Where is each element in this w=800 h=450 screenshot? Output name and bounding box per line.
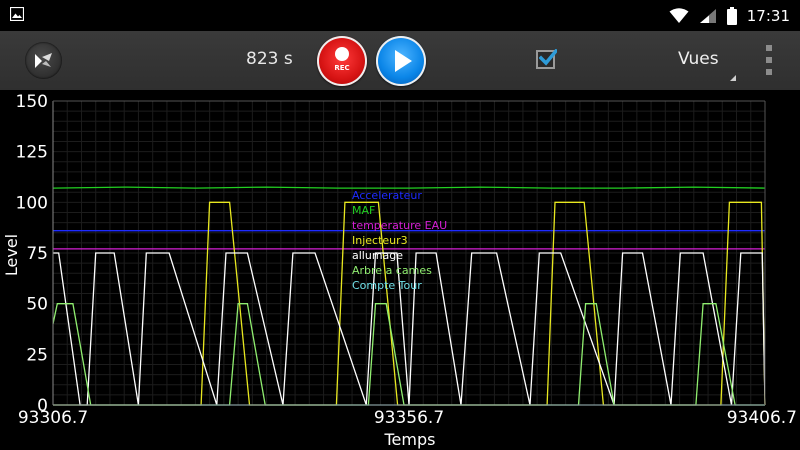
overflow-dot-icon <box>766 45 772 51</box>
legend-entry: Compte Tour <box>352 279 422 292</box>
x-tick-label: 93306.7 <box>18 408 88 428</box>
legend-entry: temperature EAU <box>352 219 447 232</box>
overflow-menu-button[interactable] <box>764 45 774 77</box>
y-tick-label: 75 <box>26 244 48 264</box>
views-dropdown[interactable]: Vues <box>660 37 740 85</box>
record-button[interactable]: REC <box>317 36 367 86</box>
elapsed-time-label: 823 s <box>246 49 293 69</box>
y-tick-label: 100 <box>16 193 48 213</box>
legend: Accelerateur MAF temperature EAU Injecteur3… <box>352 189 447 292</box>
legend-entry: Arbre a cames <box>352 264 432 277</box>
toolbar: 823 s REC Vues <box>0 31 800 90</box>
legend-entry: MAF <box>352 204 375 217</box>
legend-entry: Injecteur3 <box>352 234 408 247</box>
dropdown-corner-icon <box>730 75 736 81</box>
overflow-dot-icon <box>766 69 772 75</box>
kivy-logo-icon <box>35 53 52 68</box>
views-dropdown-label: Vues <box>678 49 719 69</box>
y-tick-label: 25 <box>26 345 48 365</box>
x-tick-label: 93406.7 <box>727 408 797 428</box>
app-logo-button[interactable] <box>25 42 62 79</box>
x-axis-title: Temps <box>384 430 436 449</box>
y-tick-label: 50 <box>26 295 48 315</box>
record-dot-icon <box>335 47 349 61</box>
battery-icon <box>726 7 737 25</box>
y-tick-label: 150 <box>16 92 48 112</box>
status-bar: 17:31 <box>0 0 800 31</box>
y-axis-title: Level <box>2 234 21 276</box>
record-label: REC <box>334 64 350 72</box>
legend-entry: allumage <box>352 249 403 262</box>
legend-entry: Accelerateur <box>352 189 422 202</box>
overflow-dot-icon <box>766 57 772 63</box>
play-icon <box>395 50 412 72</box>
line-chart[interactable]: 025507510012515093306.7 93356.7 93406.7 Ac… <box>0 90 800 450</box>
chart-area: 0 25 50 75 100 125 150 93306.7 93356.7 93406.7 Ac… <box>0 90 800 450</box>
checkmark-icon <box>539 49 557 66</box>
status-right-group: 17:31 <box>669 4 790 28</box>
checkbox[interactable] <box>536 49 557 69</box>
wifi-icon <box>669 8 689 23</box>
image-notification-icon <box>10 7 24 21</box>
signal-icon <box>699 9 716 23</box>
play-button[interactable] <box>376 36 426 86</box>
clock: 17:31 <box>746 7 790 25</box>
x-tick-label: 93356.7 <box>374 408 444 428</box>
y-tick-label: 125 <box>16 143 48 163</box>
